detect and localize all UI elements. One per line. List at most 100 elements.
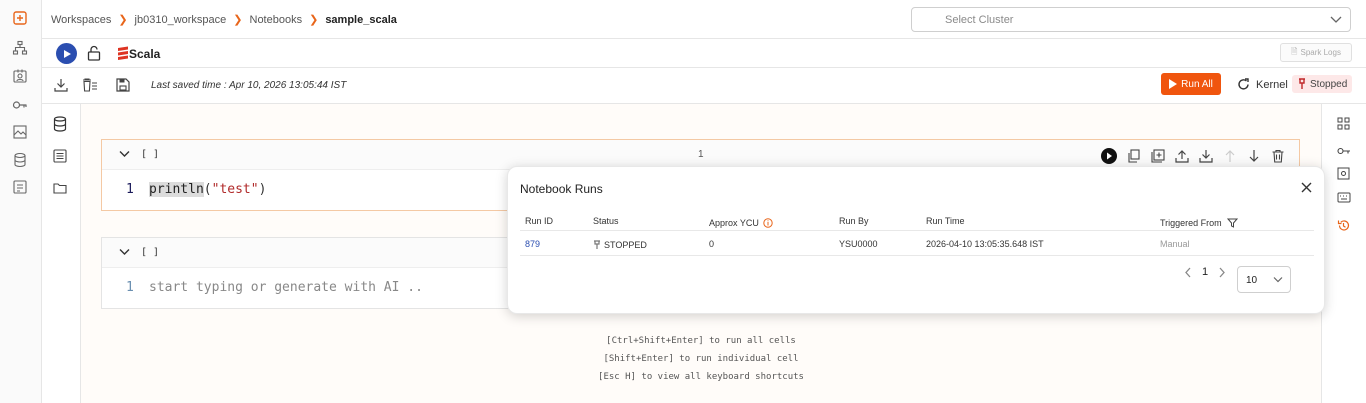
page-size-select[interactable]: 10: [1237, 266, 1291, 293]
delete-list-icon[interactable]: [82, 78, 98, 92]
contacts-icon[interactable]: [11, 67, 29, 85]
code-token-paren: ): [258, 182, 267, 197]
notebook-side-panel: [42, 104, 81, 403]
chevron-right-icon[interactable]: [1218, 267, 1226, 278]
play-icon: [63, 49, 71, 58]
unlock-icon[interactable]: [87, 45, 101, 61]
breadcrumb-notebooks[interactable]: Notebooks: [250, 14, 303, 26]
scala-logo-icon: [118, 46, 128, 60]
move-up-icon[interactable]: [1223, 149, 1237, 163]
breadcrumb-workspace[interactable]: jb0310_workspace: [135, 14, 227, 26]
code-token-function: println: [149, 182, 204, 197]
kernel-status-label: Stopped: [1310, 78, 1348, 90]
chevron-right-icon: ❯: [233, 14, 243, 26]
language-label: Scala: [129, 46, 161, 61]
shortcut-hint: [Esc H] to view all keyboard shortcuts: [598, 372, 804, 382]
notebook-runs-popup: Notebook Runs Run ID Status Approx YCU R…: [507, 166, 1325, 314]
cluster-placeholder: Select Cluster: [945, 14, 1014, 26]
folder-icon[interactable]: [53, 182, 67, 194]
right-rail: [1321, 104, 1366, 403]
report-icon[interactable]: [11, 178, 29, 196]
table-header-row: Run ID Status Approx YCU Run By Run Time…: [520, 209, 1314, 231]
last-saved-time: Last saved time : Apr 10, 2026 13:05:44 …: [151, 80, 347, 91]
run-time: 2026-04-10 13:05:35.648 IST: [926, 239, 1044, 249]
run-all-label: Run All: [1181, 78, 1213, 90]
table-row[interactable]: 879 STOPPED 0 YSU0000 2026-04-10 13:05:3…: [520, 231, 1314, 256]
code-token-string: "test": [211, 182, 259, 197]
breadcrumb: Workspaces ❯ jb0310_workspace ❯ Notebook…: [51, 13, 397, 27]
chevron-right-icon: ❯: [309, 14, 319, 26]
run-by: YSU0000: [839, 239, 878, 249]
upload-icon[interactable]: [1175, 149, 1189, 163]
column-header-ycu: Approx YCU: [709, 216, 774, 228]
shortcut-hint: [Shift+Enter] to run individual cell: [603, 354, 799, 364]
run-triggered-from: Manual: [1160, 239, 1190, 249]
key-icon[interactable]: [1337, 146, 1351, 156]
database-icon[interactable]: [11, 151, 29, 169]
history-icon[interactable]: [1337, 219, 1350, 232]
editor-placeholder: start typing or generate with AI ..: [149, 280, 423, 295]
spark-logs-label: Spark Logs: [1300, 48, 1341, 57]
notebook-icon[interactable]: [11, 9, 29, 27]
move-down-icon[interactable]: [1247, 149, 1261, 163]
run-button[interactable]: [56, 43, 77, 64]
copy-icon[interactable]: [1127, 149, 1141, 163]
settings-panel-icon[interactable]: [1337, 167, 1350, 180]
chevron-down-icon[interactable]: [119, 150, 130, 158]
kernel-status-badge: Stopped: [1292, 75, 1353, 93]
download-icon[interactable]: [54, 78, 68, 92]
run-all-button[interactable]: Run All: [1161, 73, 1221, 95]
add-cell-icon[interactable]: [1151, 149, 1165, 163]
table-of-contents-icon[interactable]: [53, 149, 67, 163]
run-cell-icon[interactable]: [1101, 148, 1117, 164]
shortcut-hint: [Ctrl+Shift+Enter] to run all cells: [606, 336, 796, 346]
run-id-link[interactable]: 879: [525, 239, 540, 249]
cluster-select[interactable]: Select Cluster: [911, 7, 1351, 32]
run-status-label: STOPPED: [604, 240, 647, 250]
current-page[interactable]: 1: [1202, 266, 1208, 278]
actions-toolbar: Last saved time : Apr 10, 2026 13:05:44 …: [42, 68, 1366, 104]
execution-count: [ ]: [141, 149, 160, 160]
line-number: 1: [126, 182, 134, 197]
chevron-down-icon: [1330, 16, 1342, 23]
breadcrumb-current: sample_scala: [325, 13, 397, 26]
chevron-right-icon: ❯: [118, 14, 128, 26]
column-header-run-by: Run By: [839, 216, 869, 226]
chevron-down-icon: [1273, 277, 1283, 283]
refresh-icon: [1238, 78, 1249, 90]
widgets-icon[interactable]: [1337, 117, 1350, 130]
spark-logs-button[interactable]: 🗎 Spark Logs: [1280, 43, 1352, 62]
execution-count: [ ]: [141, 247, 160, 258]
page-size-value: 10: [1246, 275, 1258, 286]
breadcrumb-workspaces[interactable]: Workspaces: [51, 14, 111, 26]
column-header-ycu-label: Approx YCU: [709, 218, 759, 228]
chevron-down-icon[interactable]: [119, 248, 130, 256]
database-icon[interactable]: [53, 116, 67, 132]
notebook-app: Workspaces ❯ jb0310_workspace ❯ Notebook…: [0, 0, 1366, 403]
key-icon[interactable]: [11, 96, 29, 114]
trash-icon[interactable]: [1271, 149, 1285, 163]
chevron-left-icon[interactable]: [1184, 267, 1192, 278]
hierarchy-icon[interactable]: [11, 39, 29, 57]
image-gallery-icon[interactable]: [11, 123, 29, 141]
column-header-triggered-from: Triggered From: [1160, 216, 1239, 228]
keyboard-icon[interactable]: [1337, 192, 1351, 203]
cell-number: 1: [698, 149, 704, 160]
kernel-label: Kernel: [1256, 78, 1288, 91]
column-header-run-time: Run Time: [926, 216, 965, 226]
info-icon[interactable]: [763, 218, 774, 228]
code-token-paren: (: [203, 182, 212, 197]
file-icon: 🗎: [1291, 46, 1298, 56]
popup-title: Notebook Runs: [520, 182, 603, 196]
header-bar: Workspaces ❯ jb0310_workspace ❯ Notebook…: [42, 0, 1366, 39]
close-icon[interactable]: [1301, 182, 1312, 193]
kernel-restart-button[interactable]: Kernel: [1237, 78, 1288, 91]
filter-icon[interactable]: [1227, 218, 1239, 228]
download-icon[interactable]: [1199, 149, 1213, 163]
language-indicator: Scala: [117, 46, 160, 61]
column-header-triggered-label: Triggered From: [1160, 218, 1222, 228]
notebook-toolbar: Scala 🗎 Spark Logs: [42, 39, 1366, 68]
save-icon[interactable]: [116, 78, 130, 92]
disconnected-plug-icon: [594, 240, 600, 249]
pagination: 1: [1184, 266, 1226, 278]
